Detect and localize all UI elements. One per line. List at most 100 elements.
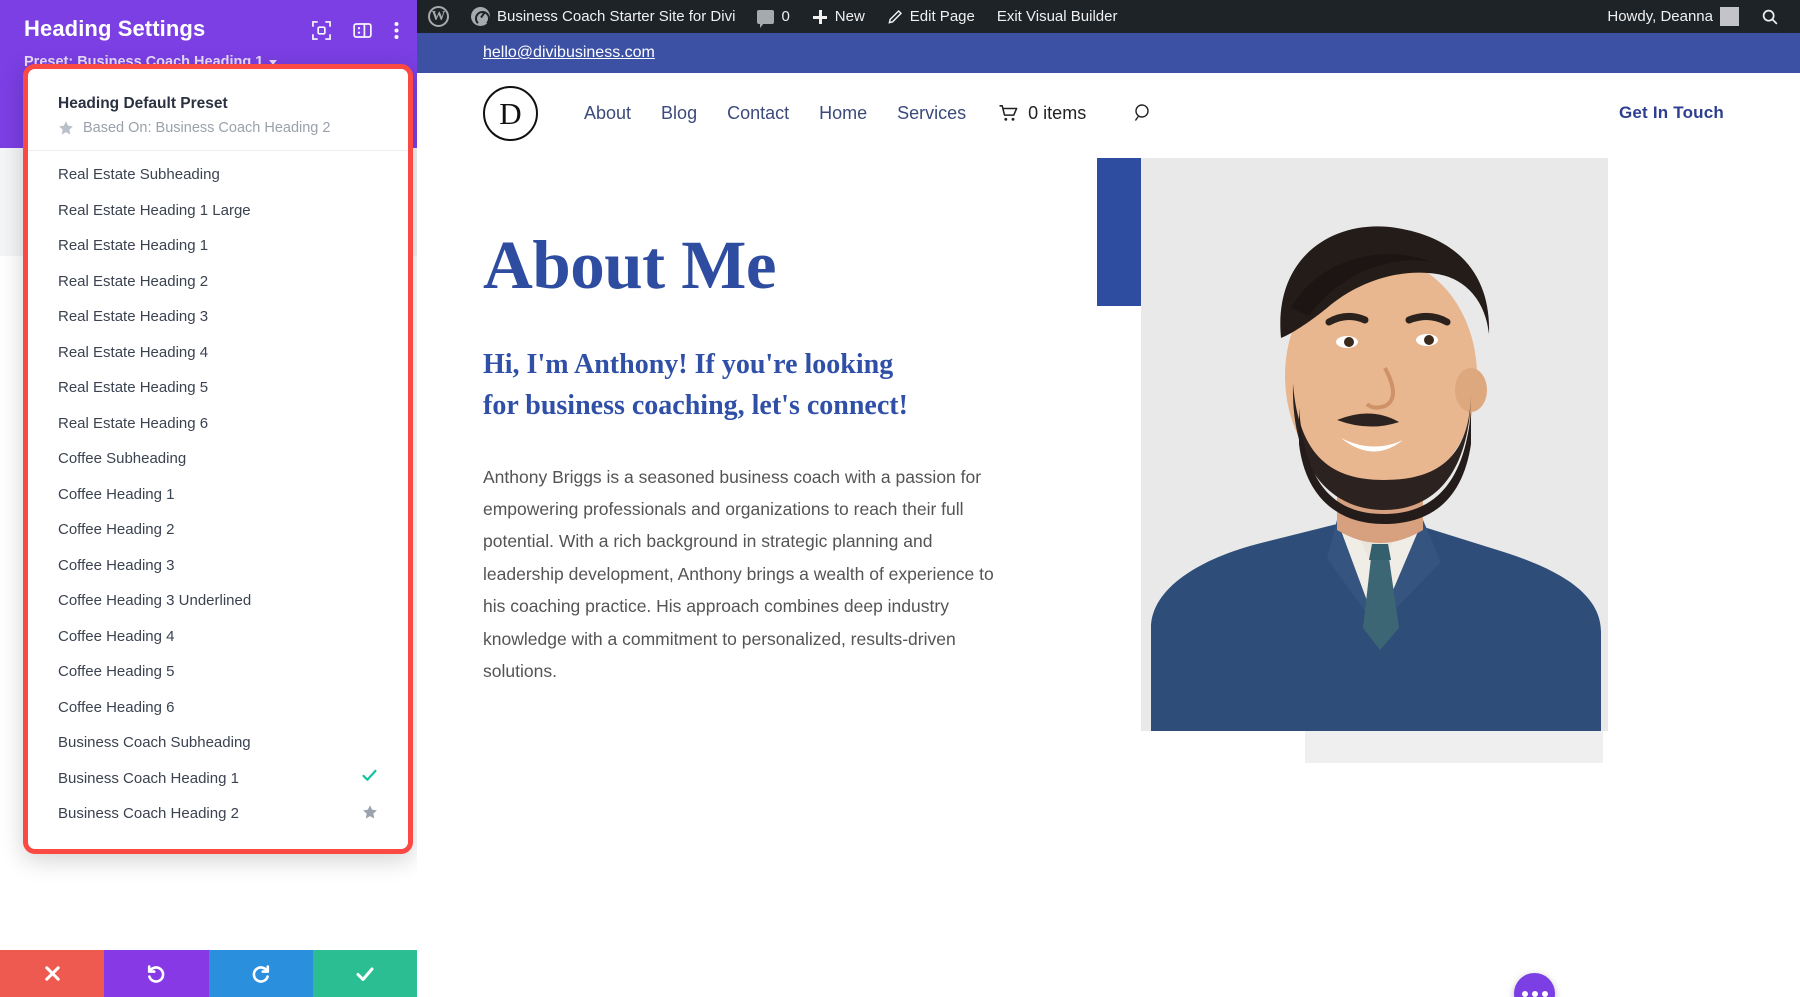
wordpress-admin-bar: W Business Coach Starter Site for Divi 0… [417, 0, 1800, 33]
dot [1522, 991, 1528, 997]
star-icon[interactable] [362, 804, 378, 824]
portrait-photo [1141, 158, 1608, 731]
site-preview: hello@divibusiness.com D About Blog Cont… [417, 33, 1800, 997]
sidebar-title: Heading Settings [24, 16, 205, 42]
comments-menu[interactable]: 0 [746, 0, 800, 33]
site-name-menu[interactable]: Business Coach Starter Site for Divi [460, 0, 746, 33]
preset-option[interactable]: Coffee Subheading [28, 441, 408, 477]
my-account-menu[interactable]: Howdy, Deanna [1596, 0, 1750, 33]
preset-option[interactable]: Real Estate Heading 5 [28, 370, 408, 406]
dashboard-icon [471, 7, 490, 26]
hero-text-column: About Me Hi, I'm Anthony! If you're look… [417, 153, 1037, 943]
preset-option[interactable]: Real Estate Subheading [28, 157, 408, 193]
preset-default-row[interactable]: Heading Default Preset Based On: Busines… [28, 87, 408, 151]
preset-option-label: Coffee Heading 5 [58, 663, 378, 680]
dot [1542, 991, 1548, 997]
preset-option[interactable]: Business Coach Subheading [28, 725, 408, 761]
preset-option-label: Real Estate Heading 3 [58, 308, 378, 325]
nav-item-about[interactable]: About [584, 103, 631, 124]
primary-navigation: About Blog Contact Home Services 0 items [584, 103, 1154, 124]
preset-option[interactable]: Coffee Heading 6 [28, 690, 408, 726]
preset-option-label: Real Estate Subheading [58, 166, 378, 183]
wordpress-logo-icon: W [428, 6, 449, 27]
check-icon [354, 963, 376, 985]
admin-bar-right-group: Howdy, Deanna [1596, 0, 1800, 33]
preset-option[interactable]: Real Estate Heading 1 Large [28, 193, 408, 229]
preset-option-label: Real Estate Heading 4 [58, 344, 378, 361]
close-icon [43, 964, 62, 983]
get-in-touch-button[interactable]: Get In Touch [1619, 103, 1734, 123]
preset-option[interactable]: Coffee Heading 3 [28, 548, 408, 584]
redo-icon [250, 963, 272, 985]
preset-based-on-row: Based On: Business Coach Heading 2 [58, 120, 378, 136]
preset-option[interactable]: Coffee Heading 1 [28, 477, 408, 513]
nav-item-contact[interactable]: Contact [727, 103, 789, 124]
more-options-button[interactable] [1514, 973, 1555, 997]
hero-subtitle: Hi, I'm Anthony! If you're looking for b… [483, 345, 913, 426]
responsive-view-icon[interactable] [312, 21, 331, 45]
preset-default-title: Heading Default Preset [58, 95, 378, 113]
undo-icon [145, 963, 167, 985]
comment-count: 0 [781, 8, 789, 25]
nav-item-services[interactable]: Services [897, 103, 966, 124]
nav-item-home[interactable]: Home [819, 103, 867, 124]
preset-option-label: Real Estate Heading 6 [58, 415, 378, 432]
pencil-icon [887, 9, 903, 25]
preset-option-label: Coffee Heading 1 [58, 486, 378, 503]
star-icon [58, 120, 74, 136]
preset-option-label: Business Coach Subheading [58, 734, 378, 751]
cancel-button[interactable] [0, 950, 104, 997]
cart-icon [998, 104, 1019, 122]
layout-panel-icon[interactable] [353, 21, 372, 45]
new-content-menu[interactable]: New [801, 0, 876, 33]
undo-button[interactable] [104, 950, 208, 997]
preset-option[interactable]: Coffee Heading 5 [28, 654, 408, 690]
preset-option[interactable]: Coffee Heading 2 [28, 512, 408, 548]
page-title: About Me [483, 229, 1037, 301]
admin-search-button[interactable] [1750, 0, 1790, 33]
exit-visual-builder-label: Exit Visual Builder [997, 8, 1118, 25]
avatar [1720, 7, 1739, 26]
check-icon [361, 767, 378, 789]
preset-dropdown: Heading Default Preset Based On: Busines… [23, 64, 413, 854]
preset-option[interactable]: Real Estate Heading 1 [28, 228, 408, 264]
search-icon [1134, 103, 1154, 123]
site-logo[interactable]: D [483, 86, 538, 141]
preset-option[interactable]: Real Estate Heading 2 [28, 264, 408, 300]
hero-section: About Me Hi, I'm Anthony! If you're look… [417, 153, 1800, 943]
kebab-menu-icon[interactable] [394, 21, 399, 45]
edit-page-label: Edit Page [910, 8, 975, 25]
preset-option[interactable]: Coffee Heading 4 [28, 619, 408, 655]
wordpress-logo-menu[interactable]: W [417, 0, 460, 33]
topbar-email-link[interactable]: hello@divibusiness.com [483, 44, 655, 62]
new-label: New [835, 8, 865, 25]
nav-item-blog[interactable]: Blog [661, 103, 697, 124]
redo-button[interactable] [209, 950, 313, 997]
preset-option-label: Business Coach Heading 2 [58, 805, 362, 822]
preset-option-label: Real Estate Heading 1 [58, 237, 378, 254]
preset-option[interactable]: Coffee Heading 3 Underlined [28, 583, 408, 619]
preset-option-label: Coffee Heading 2 [58, 521, 378, 538]
preset-option[interactable]: Business Coach Heading 1 [28, 761, 408, 797]
preset-option-label: Coffee Heading 3 Underlined [58, 592, 378, 609]
site-search-button[interactable] [1134, 103, 1154, 123]
preset-based-on-label: Based On: Business Coach Heading 2 [83, 120, 330, 136]
admin-bar-left-group: W Business Coach Starter Site for Divi 0… [417, 0, 1128, 33]
preset-option-label: Real Estate Heading 2 [58, 273, 378, 290]
save-button[interactable] [313, 950, 417, 997]
sidebar-title-row: Heading Settings [24, 16, 399, 45]
exit-visual-builder-link[interactable]: Exit Visual Builder [986, 0, 1129, 33]
search-icon [1761, 8, 1779, 26]
cart-link[interactable]: 0 items [998, 103, 1086, 124]
preset-option-label: Coffee Heading 4 [58, 628, 378, 645]
divi-settings-sidebar: r Heading Settings [0, 0, 417, 997]
preset-option-list: Real Estate Subheading Real Estate Headin… [28, 151, 408, 832]
preset-option[interactable]: Real Estate Heading 4 [28, 335, 408, 371]
preset-option[interactable]: Real Estate Heading 6 [28, 406, 408, 442]
preset-option-label: Coffee Subheading [58, 450, 378, 467]
preset-option[interactable]: Business Coach Heading 2 [28, 796, 408, 832]
edit-page-link[interactable]: Edit Page [876, 0, 986, 33]
comment-bubble-icon [757, 10, 774, 24]
preset-option[interactable]: Real Estate Heading 3 [28, 299, 408, 335]
preset-option-label: Coffee Heading 6 [58, 699, 378, 716]
